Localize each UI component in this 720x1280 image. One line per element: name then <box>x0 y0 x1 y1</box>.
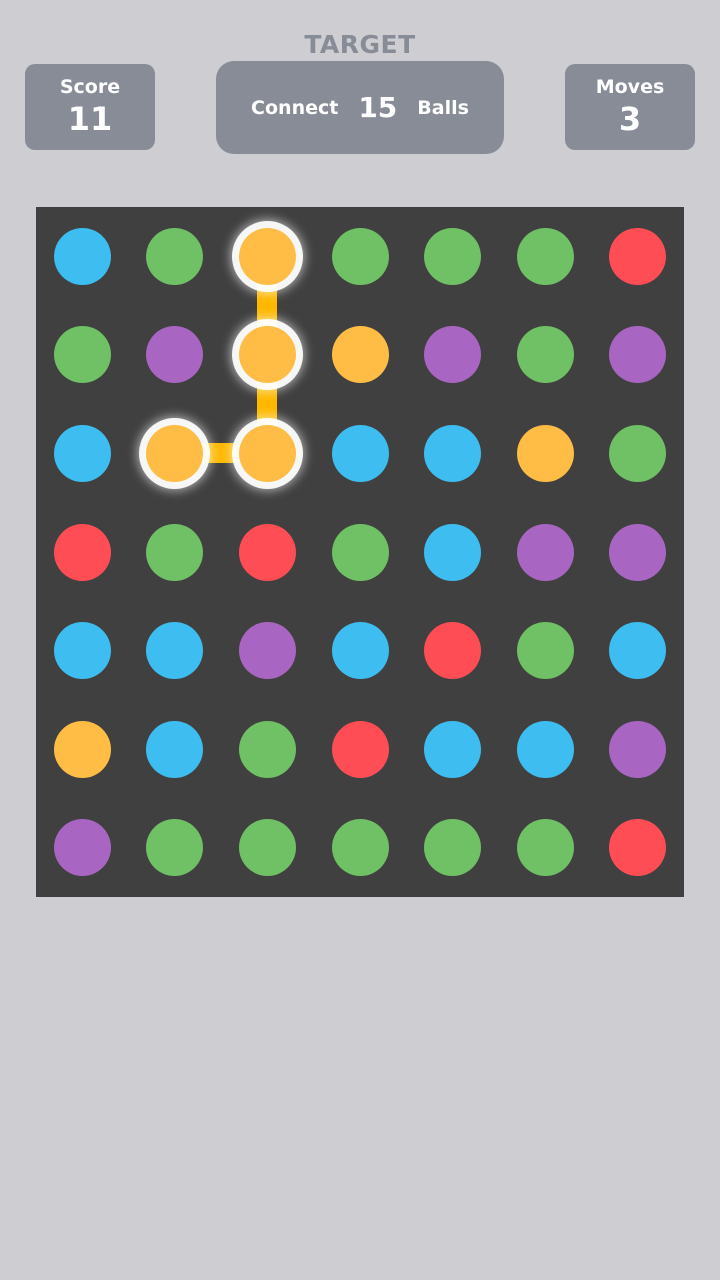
ball-purple[interactable] <box>238 622 296 680</box>
ball-purple[interactable] <box>516 523 574 581</box>
ball-green[interactable] <box>331 819 389 877</box>
ball-green[interactable] <box>331 523 389 581</box>
ball-blue[interactable] <box>424 424 482 482</box>
ball-green[interactable] <box>516 622 574 680</box>
target-label: TARGET <box>304 30 416 59</box>
ball-purple[interactable] <box>53 819 111 877</box>
moves-panel: Moves 3 <box>565 64 695 150</box>
ball-green[interactable] <box>609 424 667 482</box>
ball-green[interactable] <box>516 227 574 285</box>
ball-red[interactable] <box>53 523 111 581</box>
ball-green[interactable] <box>424 227 482 285</box>
ball-green[interactable] <box>238 819 296 877</box>
ball-purple[interactable] <box>609 523 667 581</box>
ball-yellow-selected[interactable] <box>238 227 296 285</box>
goal-prefix: Connect <box>251 96 339 119</box>
moves-label: Moves <box>595 76 665 98</box>
ball-red[interactable] <box>609 227 667 285</box>
moves-value: 3 <box>618 100 642 138</box>
ball-green[interactable] <box>516 819 574 877</box>
ball-yellow[interactable] <box>53 720 111 778</box>
ball-yellow[interactable] <box>331 326 389 384</box>
score-value: 11 <box>67 100 113 138</box>
ball-blue[interactable] <box>424 523 482 581</box>
goal-suffix: Balls <box>417 96 469 119</box>
ball-green[interactable] <box>146 227 204 285</box>
ball-green[interactable] <box>146 819 204 877</box>
ball-green[interactable] <box>53 326 111 384</box>
ball-blue[interactable] <box>53 622 111 680</box>
ball-red[interactable] <box>609 819 667 877</box>
ball-green[interactable] <box>424 819 482 877</box>
ball-yellow-selected[interactable] <box>146 424 204 482</box>
ball-green[interactable] <box>331 227 389 285</box>
goal-count: 15 <box>358 91 398 124</box>
game-board[interactable] <box>36 207 684 897</box>
ball-red[interactable] <box>424 622 482 680</box>
ball-yellow-selected[interactable] <box>238 326 296 384</box>
ball-blue[interactable] <box>146 720 204 778</box>
ball-blue[interactable] <box>331 424 389 482</box>
ball-blue[interactable] <box>331 622 389 680</box>
ball-green[interactable] <box>516 326 574 384</box>
ball-purple[interactable] <box>424 326 482 384</box>
ball-blue[interactable] <box>146 622 204 680</box>
ball-yellow[interactable] <box>516 424 574 482</box>
ball-green[interactable] <box>146 523 204 581</box>
target-goal-panel: Connect 15 Balls <box>216 61 504 154</box>
ball-blue[interactable] <box>53 424 111 482</box>
ball-purple[interactable] <box>609 326 667 384</box>
ball-red[interactable] <box>331 720 389 778</box>
ball-red[interactable] <box>238 523 296 581</box>
score-panel: Score 11 <box>25 64 155 150</box>
ball-green[interactable] <box>238 720 296 778</box>
ball-blue[interactable] <box>53 227 111 285</box>
ball-blue[interactable] <box>609 622 667 680</box>
ball-blue[interactable] <box>424 720 482 778</box>
ball-purple[interactable] <box>609 720 667 778</box>
ball-purple[interactable] <box>146 326 204 384</box>
ball-yellow-selected[interactable] <box>238 424 296 482</box>
score-label: Score <box>59 76 121 98</box>
ball-blue[interactable] <box>516 720 574 778</box>
